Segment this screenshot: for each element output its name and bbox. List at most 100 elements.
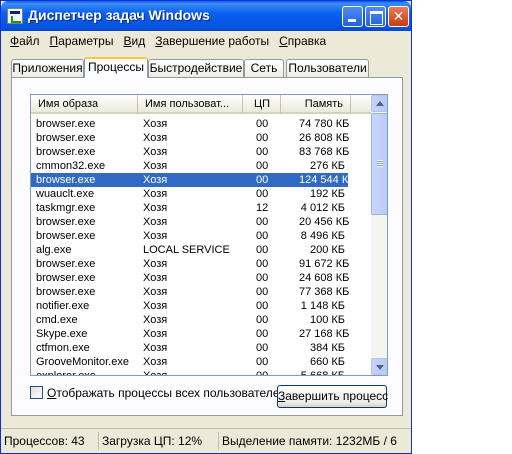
column-header-image-name[interactable]: Имя образа <box>31 95 138 114</box>
process-user-name: Хозя <box>143 118 168 130</box>
process-cpu: 00 <box>256 286 269 298</box>
process-user-name: LOCAL SERVICE <box>143 244 230 256</box>
status-memory-commit: Выделение памяти: 1232МБ / 6 <box>218 432 409 450</box>
table-row[interactable]: browser.exe Хозя 00 24 608 КБ <box>31 271 350 285</box>
end-process-button[interactable]: Завершить процесс <box>277 385 388 408</box>
process-memory: 5 668 КБ <box>300 370 345 376</box>
table-row[interactable]: browser.exe Хозя 00 8 496 КБ <box>31 229 348 243</box>
tab-applications[interactable]: Приложения <box>11 59 84 77</box>
process-image-name: browser.exe <box>36 258 96 270</box>
window-title: Диспетчер задач Windows <box>28 7 210 23</box>
menu-shutdown[interactable]: Завершение работы <box>150 32 274 50</box>
table-row[interactable]: cmmon32.exe Хозя 00 276 КБ <box>31 159 348 173</box>
process-memory: 24 608 КБ <box>299 272 350 284</box>
scroll-up-button[interactable] <box>371 95 387 112</box>
table-row[interactable]: browser.exe Хозя 00 91 672 КБ <box>31 257 349 271</box>
process-image-name: explorer.exe <box>36 370 96 376</box>
menu-view[interactable]: Вид <box>118 32 150 50</box>
process-cpu: 00 <box>256 300 269 312</box>
process-memory: 200 КБ <box>309 244 345 256</box>
process-cpu: 00 <box>256 258 269 270</box>
process-memory: 74 780 КБ <box>299 118 350 130</box>
close-button[interactable]: ✕ <box>388 6 409 27</box>
process-user-name: Хозя <box>143 202 168 214</box>
process-cpu: 00 <box>256 160 269 172</box>
process-memory: 26 808 КБ <box>299 132 350 144</box>
tab-network[interactable]: Сеть <box>244 59 284 77</box>
process-image-name: browser.exe <box>36 174 96 186</box>
process-cpu: 00 <box>256 216 269 228</box>
minimize-button[interactable] <box>342 6 363 27</box>
title-bar[interactable]: Диспетчер задач Windows ✕ <box>1 1 411 31</box>
vertical-scrollbar[interactable] <box>371 95 387 375</box>
table-row[interactable]: browser.exe Хозя 00 77 368 КБ <box>31 285 349 299</box>
menu-help[interactable]: Справка <box>274 32 331 50</box>
process-cpu: 00 <box>256 230 269 242</box>
process-user-name: Хозя <box>143 174 168 186</box>
table-row[interactable]: browser.exe Хозя 00 74 780 КБ <box>31 117 350 131</box>
process-user-name: Хозя <box>143 314 168 326</box>
table-row[interactable]: ctfmon.exe Хозя 00 384 КБ <box>31 341 348 355</box>
status-process-count: Процессов: 43 <box>4 434 85 448</box>
process-image-name: GrooveMonitor.exe <box>36 356 129 368</box>
process-user-name: Хозя <box>143 230 168 242</box>
process-memory: 83 768 КБ <box>299 146 350 158</box>
table-row[interactable]: Skype.exe Хозя 00 27 168 КБ <box>31 327 350 341</box>
process-user-name: Хозя <box>143 328 168 340</box>
process-user-name: Хозя <box>143 300 168 312</box>
column-header-memory[interactable]: Память <box>281 95 351 114</box>
process-image-name: browser.exe <box>36 286 96 298</box>
table-row[interactable]: cmd.exe Хозя 00 100 КБ <box>31 313 348 327</box>
table-row[interactable]: browser.exe Хозя 00 26 808 КБ <box>31 131 350 145</box>
process-cpu: 00 <box>256 118 269 130</box>
process-image-name: cmmon32.exe <box>36 160 106 172</box>
process-image-name: alg.exe <box>36 244 72 256</box>
process-memory: 27 168 КБ <box>299 328 350 340</box>
table-row[interactable]: browser.exe Хозя 00 20 456 КБ <box>31 215 350 229</box>
menu-options[interactable]: Параметры <box>45 32 119 50</box>
column-header-cpu[interactable]: ЦП <box>243 95 281 114</box>
process-user-name: Хозя <box>143 188 168 200</box>
process-memory: 192 КБ <box>309 188 345 200</box>
process-memory: 20 456 КБ <box>299 216 350 228</box>
process-user-name: Хозя <box>143 146 168 158</box>
table-row[interactable]: notifier.exe Хозя 00 1 148 КБ <box>31 299 348 313</box>
process-cpu: 00 <box>256 356 269 368</box>
process-image-name: Skype.exe <box>36 328 88 340</box>
table-row[interactable]: GrooveMonitor.exe Хозя 00 660 КБ <box>31 355 348 369</box>
table-row[interactable]: explorer.exe Хозя 00 5 668 КБ <box>31 369 348 376</box>
process-list[interactable]: Имя образа Имя пользоват... ЦП Память br… <box>30 94 388 376</box>
table-row[interactable]: browser.exe Хозя 00 124 544 КБ <box>31 173 355 187</box>
scroll-down-button[interactable] <box>371 358 387 375</box>
tab-processes[interactable]: Процессы <box>84 57 148 78</box>
process-image-name: taskmgr.exe <box>36 202 96 214</box>
process-user-name: Хозя <box>143 356 168 368</box>
tab-performance[interactable]: Быстродействие <box>148 59 244 77</box>
show-all-users-label[interactable]: Отображать процессы всех пользователей <box>47 386 286 400</box>
table-row[interactable]: browser.exe Хозя 00 83 768 КБ <box>31 145 350 159</box>
process-image-name: ctfmon.exe <box>36 342 90 354</box>
process-memory: 100 КБ <box>309 314 345 326</box>
process-image-name: wuauclt.exe <box>36 188 95 200</box>
process-memory: 4 012 КБ <box>300 202 345 214</box>
process-image-name: notifier.exe <box>36 300 90 312</box>
close-icon: ✕ <box>392 8 405 24</box>
process-cpu: 00 <box>256 342 269 354</box>
table-row[interactable]: alg.exe LOCAL SERVICE 00 200 КБ <box>31 243 348 257</box>
menu-file[interactable]: Файл <box>5 32 45 50</box>
status-bar: Процессов: 43 Загрузка ЦП: 12% Выделение… <box>1 428 411 453</box>
tab-users[interactable]: Пользователи <box>286 59 369 77</box>
process-image-name: browser.exe <box>36 216 96 228</box>
process-memory: 276 КБ <box>309 160 345 172</box>
show-all-users-checkbox[interactable] <box>30 386 43 399</box>
process-cpu: 00 <box>256 328 269 340</box>
process-cpu: 00 <box>256 272 269 284</box>
maximize-button[interactable] <box>365 6 386 27</box>
process-image-name: cmd.exe <box>36 314 78 326</box>
table-row[interactable]: wuauclt.exe Хозя 00 192 КБ <box>31 187 348 201</box>
column-header-user-name[interactable]: Имя пользоват... <box>138 95 243 114</box>
table-row[interactable]: taskmgr.exe Хозя 12 4 012 КБ <box>31 201 348 215</box>
process-image-name: browser.exe <box>36 230 96 242</box>
task-manager-window: Диспетчер задач Windows ✕ Файл Параметры… <box>0 0 412 454</box>
scroll-thumb[interactable] <box>371 113 387 215</box>
